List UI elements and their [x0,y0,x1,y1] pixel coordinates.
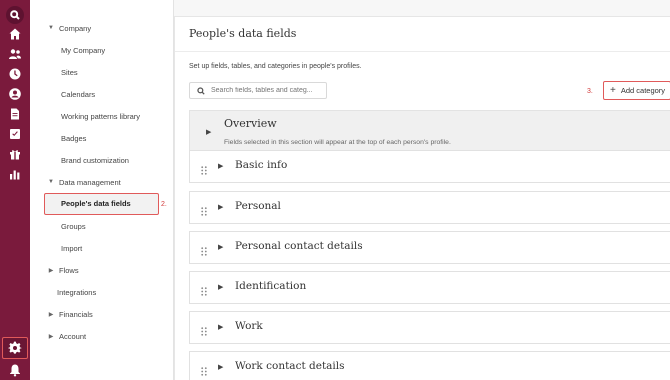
nav-label: Groups [61,221,86,231]
step-marker-2: 2. [161,201,167,208]
nav-item-my-company[interactable]: My Company [61,42,105,58]
nav-item-integrations[interactable]: Integrations [57,284,96,300]
nav-label: Sites [61,67,78,77]
nav-label: Company [59,23,92,33]
category-title: Personal contact details [235,240,363,252]
category-row[interactable]: ▶ Identification [189,271,670,304]
nav-label: Brand customization [61,155,129,165]
people-icon[interactable] [8,47,22,61]
nav-item-working-patterns[interactable]: Working patterns library [61,108,140,124]
category-row[interactable]: ▶ Basic info [189,150,670,183]
category-title: Personal [235,200,281,212]
category-row[interactable]: ▶ Work contact details [189,351,670,380]
page-subtitle: Set up fields, tables, and categories in… [189,63,362,70]
nav-group-flows[interactable]: ▶ Flows [47,262,79,278]
chevron-down-icon: ▼ [48,179,54,185]
add-category-button[interactable]: + Add category [603,81,670,100]
category-title: Work [235,320,263,332]
drag-handle-icon[interactable] [201,162,207,175]
chevron-down-icon: ▼ [48,25,54,31]
category-row[interactable]: ▶ Work [189,311,670,344]
nav-group-company[interactable]: ▼ Company [47,20,91,36]
chevron-right-icon[interactable]: ▶ [218,283,223,291]
category-title: Work contact details [235,360,345,372]
checklist-icon[interactable] [8,127,22,141]
search-icon [197,86,205,95]
add-category-label: Add category [620,86,666,95]
overview-description: Fields selected in this section will app… [224,139,451,146]
chevron-right-icon: ▶ [48,333,54,340]
nav-label: Working patterns library [61,111,141,121]
nav-item-people-data-fields[interactable]: People's data fields [44,193,159,215]
nav-label: Data management [59,177,121,187]
category-row[interactable]: ▶ Personal contact details [189,231,670,264]
nav-label: Integrations [57,287,97,297]
person-icon[interactable] [8,87,22,101]
search-input[interactable] [211,87,321,94]
chart-icon[interactable] [8,167,22,181]
drag-handle-icon[interactable] [201,323,207,336]
nav-item-badges[interactable]: Badges [61,130,86,146]
nav-label: People's data fields [61,199,131,208]
main-area: People's data fields Set up fields, tabl… [174,0,670,380]
nav-label: Badges [61,133,87,143]
category-title: Basic info [235,159,288,171]
drag-handle-icon[interactable] [201,243,207,256]
nav-group-data-management[interactable]: ▼ Data management [47,174,121,190]
drag-handle-icon[interactable] [201,363,207,376]
document-icon[interactable] [8,107,22,121]
step-marker-3: 3. [587,88,593,95]
icon-rail [0,0,30,380]
nav-label: Financials [59,309,93,319]
nav-label: Account [59,331,87,341]
category-row[interactable]: ▶ Personal [189,191,670,224]
plus-icon: + [610,85,616,96]
divider [175,51,670,52]
bell-icon[interactable] [8,363,22,377]
nav-group-financials[interactable]: ▶ Financials [47,306,93,322]
category-title: Identification [235,280,307,292]
nav-label: My Company [61,45,106,55]
search-icon[interactable] [6,6,24,24]
chevron-right-icon[interactable]: ▶ [218,363,223,371]
home-icon[interactable] [8,27,22,41]
content-panel: People's data fields Set up fields, tabl… [174,16,670,380]
chevron-right-icon[interactable]: ▶ [218,323,223,331]
chevron-right-icon[interactable]: ▶ [218,162,223,170]
nav-label: Calendars [61,89,96,99]
nav-item-brand-customization[interactable]: Brand customization [61,152,129,168]
nav-item-import[interactable]: Import [61,240,82,256]
drag-handle-icon[interactable] [201,283,207,296]
chevron-right-icon: ▶ [48,267,54,274]
chevron-right-icon[interactable]: ▶ [218,243,223,251]
nav-item-calendars[interactable]: Calendars [61,86,95,102]
drag-handle-icon[interactable] [201,203,207,216]
chevron-right-icon[interactable]: ▶ [218,203,223,211]
chevron-right-icon[interactable]: ▶ [206,128,211,136]
settings-nav: ▼ Company My Company Sites Calendars Wor… [30,0,174,380]
nav-label: Flows [59,265,79,275]
clock-icon[interactable] [8,67,22,81]
page-title: People's data fields [189,27,297,40]
nav-item-groups[interactable]: Groups [61,218,86,234]
nav-label: Import [61,243,83,253]
nav-item-sites[interactable]: Sites [61,64,78,80]
gear-icon[interactable] [8,341,22,355]
chevron-right-icon: ▶ [48,311,54,318]
nav-group-account[interactable]: ▶ Account [47,328,86,344]
gift-icon[interactable] [8,147,22,161]
search-field[interactable] [189,82,327,99]
overview-title: Overview [224,117,277,130]
